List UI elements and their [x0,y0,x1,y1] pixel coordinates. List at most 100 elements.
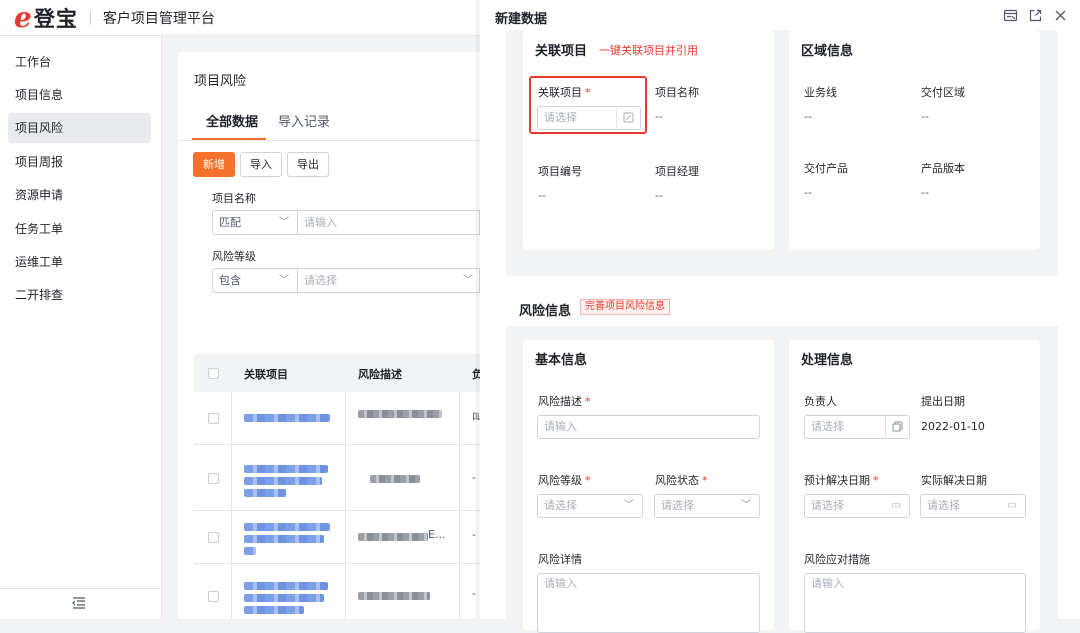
select-placeholder: 请选择 [661,499,694,512]
select-placeholder: 请选择 [811,420,844,433]
business-line-label: 业务线 [804,86,837,99]
edit-picker-icon[interactable] [616,107,640,129]
business-line-value: -- [804,110,812,123]
planned-date-picker[interactable]: 请选择 ▭ [804,494,910,518]
redacted-description [358,592,430,600]
filter-risk-level-label: 风险等级 [212,250,256,263]
project-manager-value: -- [655,189,663,202]
project-card-title: 关联项目 [535,44,588,59]
sidebar-item-task-ticket[interactable]: 任务工单 [8,214,151,244]
redacted-project [244,606,304,614]
project-name-label: 项目名称 [655,86,699,99]
sidebar-item-resource-request[interactable]: 资源申请 [8,180,151,210]
filter-project-name-input[interactable]: 请输入 [297,210,480,235]
project-manager-label: 项目经理 [655,165,699,178]
complete-risk-tag: 完善项目风险信息 [580,299,670,315]
redacted-project [244,465,328,473]
operator-value: 包含 [219,274,241,287]
import-button[interactable]: 导入 [240,152,282,177]
redacted-project [244,547,256,555]
measure-textarea[interactable]: 请输入 [804,573,1026,633]
product-version-label: 产品版本 [921,162,965,175]
raise-date-label: 提出日期 [921,395,965,408]
project-code-label: 项目编号 [538,165,582,178]
select-placeholder: 请选择 [811,499,844,512]
risk-section-header: 风险信息 完善项目风险信息 [506,290,1058,326]
collapse-menu-icon[interactable] [72,597,86,613]
sidebar-divider [0,588,162,589]
drawer-actions [1003,8,1068,27]
filter-risk-level-select[interactable]: 请选择 ﹀ [297,268,480,293]
sidebar-item-ops-ticket[interactable]: 运维工单 [8,247,151,277]
risk-detail-textarea[interactable]: 请输入 [537,573,760,633]
drawer-title: 新建数据 [495,11,548,27]
drawer-body: 关联项目 一键关联项目并引用 关联项目 * 请选择 项目名称 -- 项目编号 --… [480,30,1080,633]
calendar-icon: ▭ [891,500,901,511]
column-header-risk-desc: 风险描述 [358,368,402,381]
select-placeholder: 请选择 [544,111,577,124]
row-checkbox[interactable] [208,413,219,424]
sidebar-item-weekly-report[interactable]: 项目周报 [8,147,151,177]
link-project-quote-link[interactable]: 一键关联项目并引用 [599,42,698,58]
new-data-drawer: 新建数据 关联项目 一键关联项目并引用 关联项目 * 请选择 项目名称 -- 项… [480,0,1080,633]
platform-title: 客户项目管理平台 [102,10,215,27]
textarea-placeholder: 请输入 [544,577,577,590]
row-checkbox[interactable] [208,473,219,484]
row-checkbox[interactable] [208,532,219,543]
title-divider [89,10,91,25]
redacted-description [358,533,428,541]
delivery-area-value: -- [921,110,929,123]
risk-status-select[interactable]: 请选择 ﹀ [654,494,760,518]
actual-date-picker[interactable]: 请选择 ▭ [920,494,1026,518]
related-project-select[interactable]: 请选择 [537,106,641,130]
top-bar: e 登宝 客户项目管理平台 [0,0,480,36]
sidebar-item-dev-check[interactable]: 二开排查 [8,280,151,310]
redacted-description [370,475,420,483]
sidebar-item-project-info[interactable]: 项目信息 [8,80,151,110]
product-version-value: -- [921,186,929,199]
sidebar: 工作台 项目信息 项目风险 项目周报 资源申请 任务工单 运维工单 二开排查 [0,36,162,619]
chevron-down-icon: ﹀ [741,500,751,511]
row-checkbox[interactable] [208,591,219,602]
redacted-project [244,414,330,422]
select-placeholder: 请选择 [544,499,577,512]
form-view-icon[interactable] [1003,8,1018,27]
table-header: 关联项目 风险描述 负 [194,354,483,392]
table-row[interactable]: 叫 [194,392,483,445]
operator-value: 匹配 [219,216,241,229]
filter-project-name-operator[interactable]: 匹配 ﹀ [212,210,297,235]
actual-date-label: 实际解决日期 [921,474,987,487]
filter-risk-level-operator[interactable]: 包含 ﹀ [212,268,297,293]
open-external-icon[interactable] [1028,8,1043,27]
sidebar-item-workbench[interactable]: 工作台 [8,47,151,77]
tab-import-records[interactable]: 导入记录 [278,111,330,130]
chevron-down-icon: ﹀ [624,500,634,511]
raise-date-value: 2022-01-10 [921,420,985,433]
sidebar-item-project-risk[interactable]: 项目风险 [8,113,151,143]
table-row[interactable]: - [194,564,480,619]
risk-desc-label: 风险描述 * [538,395,591,408]
table-row[interactable]: - [194,445,480,511]
risk-desc-input[interactable]: 请输入 [537,415,760,439]
risk-section: 风险信息 完善项目风险信息 基本信息 风险描述 * 请输入 风险等级 * 请选择 ﹀… [506,290,1058,633]
close-icon[interactable] [1053,8,1068,27]
delivery-product-value: -- [804,186,812,199]
add-button[interactable]: 新增 [193,152,235,177]
owner-picker[interactable]: 请选择 [804,415,910,439]
copy-picker-icon[interactable] [885,416,909,438]
redacted-project [244,582,328,590]
handle-info-title: 处理信息 [801,353,854,368]
export-button[interactable]: 导出 [287,152,329,177]
basic-info-title: 基本信息 [535,353,588,368]
description-suffix: E... [428,528,446,541]
basic-info-card: 基本信息 风险描述 * 请输入 风险等级 * 请选择 ﹀ 风险状态 * 请选择 ﹀ 风… [523,340,774,633]
drawer-header: 新建数据 [480,0,1080,34]
tab-all-data[interactable]: 全部数据 [206,111,258,130]
risk-level-select[interactable]: 请选择 ﹀ [537,494,643,518]
region-card: 区域信息 业务线 -- 交付区域 -- 交付产品 -- 产品版本 -- [789,30,1040,250]
app-logo[interactable]: e 登宝 [14,3,78,33]
select-all-checkbox[interactable] [208,368,219,379]
logo-name: 登宝 [33,6,78,31]
table-row[interactable]: E... - [194,511,480,564]
redacted-project [244,489,286,497]
